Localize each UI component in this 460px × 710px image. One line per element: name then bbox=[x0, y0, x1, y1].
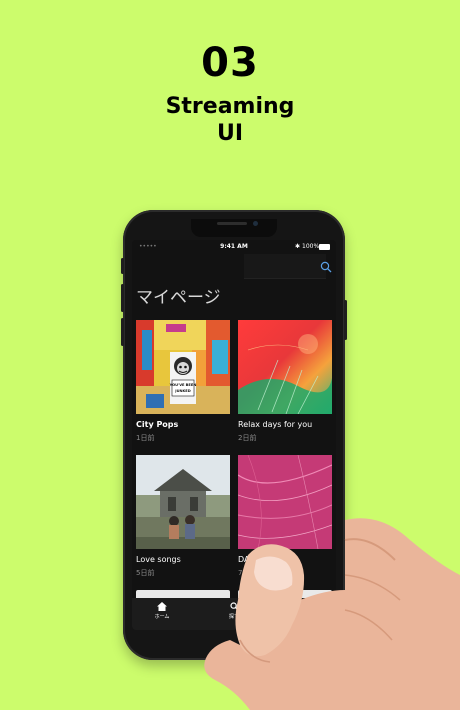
bluetooth-icon: ✱ bbox=[295, 243, 301, 250]
playlist-card-city-pops[interactable]: YOU'VE BEEN JUNKED City Pops 1日前 bbox=[136, 320, 230, 445]
playlist-cover bbox=[238, 455, 332, 549]
search-icon bbox=[229, 602, 239, 611]
speaker-grille bbox=[217, 222, 247, 225]
page-title: マイページ bbox=[136, 288, 221, 308]
battery-percent: 100% bbox=[302, 243, 320, 250]
playlist-cover bbox=[238, 320, 332, 414]
tab-home-label: ホーム bbox=[154, 614, 170, 620]
playlist-date: 2日前 bbox=[238, 434, 257, 442]
playlist-title: DANCE bbox=[238, 555, 267, 564]
search-bar[interactable] bbox=[244, 254, 326, 279]
hero-title-line1: Streaming bbox=[165, 94, 295, 119]
playlist-card-relax-days[interactable]: Relax days for you 2日前 bbox=[238, 320, 332, 445]
next-card-peek bbox=[238, 590, 332, 598]
search-icon[interactable] bbox=[320, 261, 332, 273]
poster-text-line1: YOU'VE BEEN bbox=[169, 383, 197, 387]
playlist-title: Relax days for you bbox=[238, 420, 313, 429]
volume-down-button bbox=[121, 318, 124, 346]
battery-icon bbox=[319, 244, 330, 250]
power-button bbox=[344, 300, 347, 340]
tab-bar: ホーム 探す bbox=[132, 598, 336, 630]
playlist-date: 1日前 bbox=[136, 434, 155, 442]
playlist-date: 5日前 bbox=[136, 569, 155, 577]
tab-search-label: 探す bbox=[228, 614, 239, 620]
playlist-cover bbox=[136, 455, 230, 549]
mute-switch bbox=[121, 258, 124, 274]
next-card-peek bbox=[136, 590, 230, 598]
playlist-date: 7日前 bbox=[238, 569, 257, 577]
front-camera bbox=[253, 221, 258, 226]
playlist-card-dance[interactable]: DANCE 7日前 bbox=[238, 455, 332, 580]
tab-home[interactable]: ホーム bbox=[132, 602, 192, 620]
app-screen: ••••• 9:41 AM ✱ 100% マイページ YOU'VE BEEN J… bbox=[132, 240, 336, 630]
poster-text-line2: JUNKED bbox=[174, 389, 191, 393]
home-icon bbox=[157, 602, 167, 611]
playlist-title: City Pops bbox=[136, 420, 179, 429]
tab-search[interactable]: 探す bbox=[204, 602, 264, 620]
hero-title-line2: UI bbox=[216, 121, 244, 146]
playlist-cover: YOU'VE BEEN JUNKED bbox=[136, 320, 230, 414]
status-bar: ••••• 9:41 AM ✱ 100% bbox=[132, 240, 336, 254]
playlist-title: Love songs bbox=[136, 555, 181, 564]
playlist-card-love-songs[interactable]: Love songs 5日前 bbox=[136, 455, 230, 580]
hero-title: Streaming UI bbox=[0, 93, 460, 147]
hero-number: 03 bbox=[201, 40, 259, 86]
volume-up-button bbox=[121, 284, 124, 312]
